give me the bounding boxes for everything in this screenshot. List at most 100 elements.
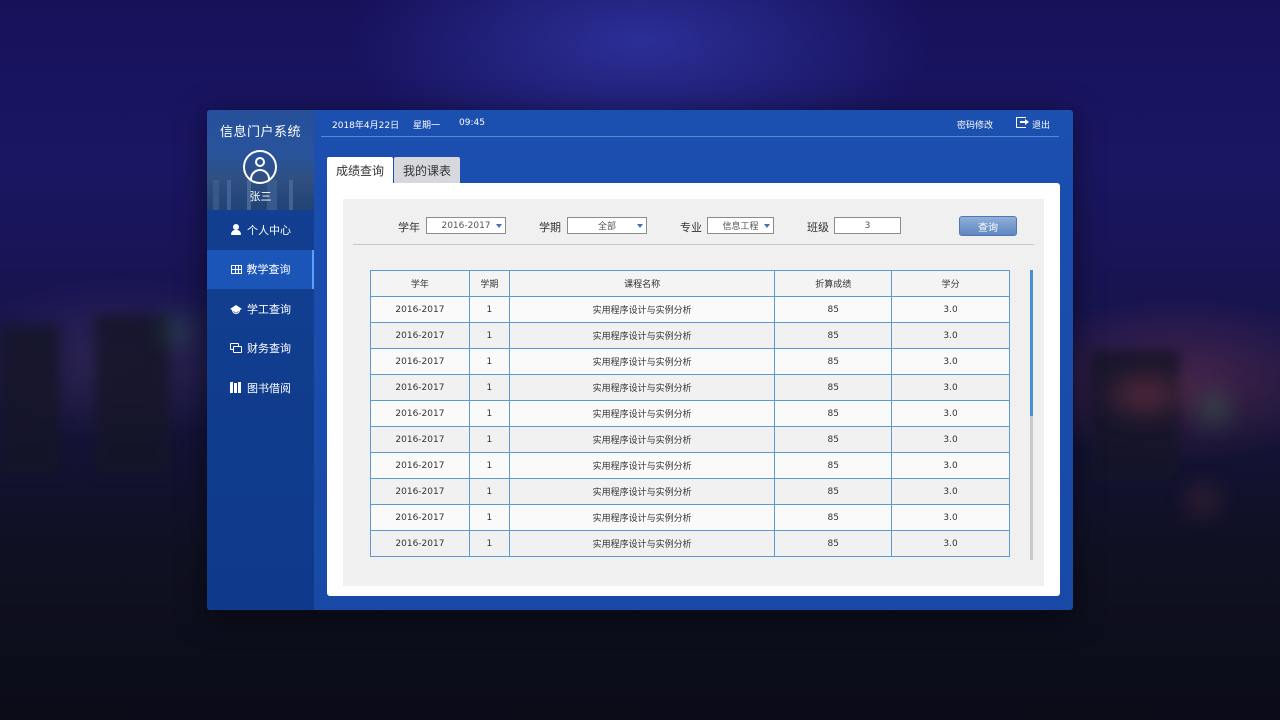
cell-score: 85 xyxy=(774,400,893,427)
sidebar-item-library[interactable]: 图书借阅 xyxy=(207,368,314,408)
table-header-row: 学年 学期 课程名称 折算成绩 学分 xyxy=(370,270,1010,297)
chevron-down-icon xyxy=(764,224,770,228)
table-row[interactable]: 2016-2017 1 实用程序设计与实例分析 85 3.0 xyxy=(370,374,1010,401)
table-row[interactable]: 2016-2017 1 实用程序设计与实例分析 85 3.0 xyxy=(370,348,1010,375)
cell-year: 2016-2017 xyxy=(370,374,470,401)
sidebar-item-label: 学工查询 xyxy=(247,302,291,316)
sidebar-item-label: 图书借阅 xyxy=(247,381,291,395)
table-row[interactable]: 2016-2017 1 实用程序设计与实例分析 85 3.0 xyxy=(370,322,1010,349)
major-select[interactable]: 信息工程 xyxy=(707,217,774,234)
sidebar-item-finance-query[interactable]: 财务查询 xyxy=(207,329,314,369)
logout-icon[interactable] xyxy=(1016,117,1029,128)
cell-term: 1 xyxy=(468,400,510,427)
cell-year: 2016-2017 xyxy=(370,452,470,479)
scrollbar-thumb[interactable] xyxy=(1030,270,1033,416)
table-row[interactable]: 2016-2017 1 实用程序设计与实例分析 85 3.0 xyxy=(370,504,1010,531)
portal-window: 信息门户系统 张三 个人中心 教学查询 学工查询 财务查询 图书借阅 2018年… xyxy=(207,110,1073,610)
background-light xyxy=(168,322,184,338)
column-header-term[interactable]: 学期 xyxy=(468,270,510,297)
cell-term: 1 xyxy=(468,296,510,323)
filter-divider xyxy=(353,244,1034,245)
cell-credit: 3.0 xyxy=(891,348,1010,375)
avatar-icon[interactable] xyxy=(243,150,277,184)
table-row[interactable]: 2016-2017 1 实用程序设计与实例分析 85 3.0 xyxy=(370,296,1010,323)
cell-course-name: 实用程序设计与实例分析 xyxy=(508,400,776,427)
cell-score: 85 xyxy=(774,530,893,557)
table-row[interactable]: 2016-2017 1 实用程序设计与实例分析 85 3.0 xyxy=(370,530,1010,557)
cell-term: 1 xyxy=(468,452,510,479)
sidebar-item-personal-center[interactable]: 个人中心 xyxy=(207,210,314,250)
user-icon xyxy=(230,223,242,236)
cell-credit: 3.0 xyxy=(891,452,1010,479)
table-body: 2016-2017 1 实用程序设计与实例分析 85 3.0 2016-2017 1 实用程序… xyxy=(370,296,1010,557)
cell-course-name: 实用程序设计与实例分析 xyxy=(508,374,776,401)
background-building xyxy=(95,315,170,475)
class-input[interactable] xyxy=(834,217,901,234)
cell-credit: 3.0 xyxy=(891,504,1010,531)
cell-year: 2016-2017 xyxy=(370,478,470,505)
cell-course-name: 实用程序设计与实例分析 xyxy=(508,530,776,557)
background-light xyxy=(1110,380,1180,410)
cell-year: 2016-2017 xyxy=(370,400,470,427)
column-header-score[interactable]: 折算成绩 xyxy=(774,270,893,297)
table-row[interactable]: 2016-2017 1 实用程序设计与实例分析 85 3.0 xyxy=(370,452,1010,479)
term-select[interactable]: 全部 xyxy=(567,217,647,234)
sidebar-item-student-affairs[interactable]: 学工查询 xyxy=(207,289,314,329)
background-light xyxy=(1205,400,1223,418)
cell-term: 1 xyxy=(468,348,510,375)
cell-course-name: 实用程序设计与实例分析 xyxy=(508,426,776,453)
change-password-link[interactable]: 密码修改 xyxy=(957,118,993,131)
cell-course-name: 实用程序设计与实例分析 xyxy=(508,452,776,479)
cell-course-name: 实用程序设计与实例分析 xyxy=(508,478,776,505)
sidebar-header: 信息门户系统 张三 xyxy=(207,110,314,210)
query-area: 学年 2016-2017 学期 全部 专业 信息工程 班级 查询 xyxy=(343,199,1044,586)
cell-score: 85 xyxy=(774,322,893,349)
cell-term: 1 xyxy=(468,530,510,557)
sidebar-item-label: 教学查询 xyxy=(246,263,291,277)
cell-score: 85 xyxy=(774,452,893,479)
top-bar-divider xyxy=(321,136,1059,137)
tab-my-schedule[interactable]: 我的课表 xyxy=(394,157,460,183)
top-bar: 2018年4月22日 星期一 09:45 密码修改 退出 xyxy=(314,110,1073,138)
cell-course-name: 实用程序设计与实例分析 xyxy=(508,348,776,375)
table-scrollbar[interactable] xyxy=(1030,270,1033,560)
cell-course-name: 实用程序设计与实例分析 xyxy=(508,504,776,531)
cell-term: 1 xyxy=(468,322,510,349)
sidebar-nav: 个人中心 教学查询 学工查询 财务查询 图书借阅 xyxy=(207,210,314,408)
current-weekday: 星期一 xyxy=(413,121,441,131)
tab-grade-query[interactable]: 成绩查询 xyxy=(327,157,393,183)
username: 张三 xyxy=(249,190,272,203)
content-panel: 学年 2016-2017 学期 全部 专业 信息工程 班级 查询 xyxy=(327,183,1060,596)
current-time: 09:45 xyxy=(459,118,485,128)
year-label: 学年 xyxy=(398,221,420,234)
sidebar: 信息门户系统 张三 个人中心 教学查询 学工查询 财务查询 图书借阅 xyxy=(207,110,314,610)
term-label: 学期 xyxy=(539,221,561,234)
cell-year: 2016-2017 xyxy=(370,530,470,557)
column-header-course[interactable]: 课程名称 xyxy=(508,270,776,297)
term-select-value: 全部 xyxy=(597,222,616,232)
cell-term: 1 xyxy=(468,374,510,401)
chevron-down-icon xyxy=(496,224,502,228)
table-row[interactable]: 2016-2017 1 实用程序设计与实例分析 85 3.0 xyxy=(370,478,1010,505)
grades-table: 学年 学期 课程名称 折算成绩 学分 2016-2017 1 实用程序设计与实例分析… xyxy=(370,270,1010,557)
column-header-credit[interactable]: 学分 xyxy=(891,270,1010,297)
book-icon xyxy=(230,381,242,394)
table-row[interactable]: 2016-2017 1 实用程序设计与实例分析 85 3.0 xyxy=(370,426,1010,453)
graduation-cap-icon xyxy=(230,303,242,315)
sidebar-item-teaching-query[interactable]: 教学查询 xyxy=(207,249,314,289)
background-light xyxy=(1195,492,1211,508)
column-header-year[interactable]: 学年 xyxy=(370,270,470,297)
year-select-value: 2016-2017 xyxy=(441,220,491,231)
query-button[interactable]: 查询 xyxy=(959,216,1017,236)
year-select[interactable]: 2016-2017 xyxy=(426,217,506,234)
cell-course-name: 实用程序设计与实例分析 xyxy=(508,322,776,349)
sidebar-item-label: 财务查询 xyxy=(247,342,291,356)
portal-title: 信息门户系统 xyxy=(219,125,301,140)
cell-credit: 3.0 xyxy=(891,322,1010,349)
logout-link[interactable]: 退出 xyxy=(1032,118,1050,131)
table-row[interactable]: 2016-2017 1 实用程序设计与实例分析 85 3.0 xyxy=(370,400,1010,427)
cell-year: 2016-2017 xyxy=(370,348,470,375)
cell-credit: 3.0 xyxy=(891,426,1010,453)
cell-score: 85 xyxy=(774,296,893,323)
cell-score: 85 xyxy=(774,478,893,505)
